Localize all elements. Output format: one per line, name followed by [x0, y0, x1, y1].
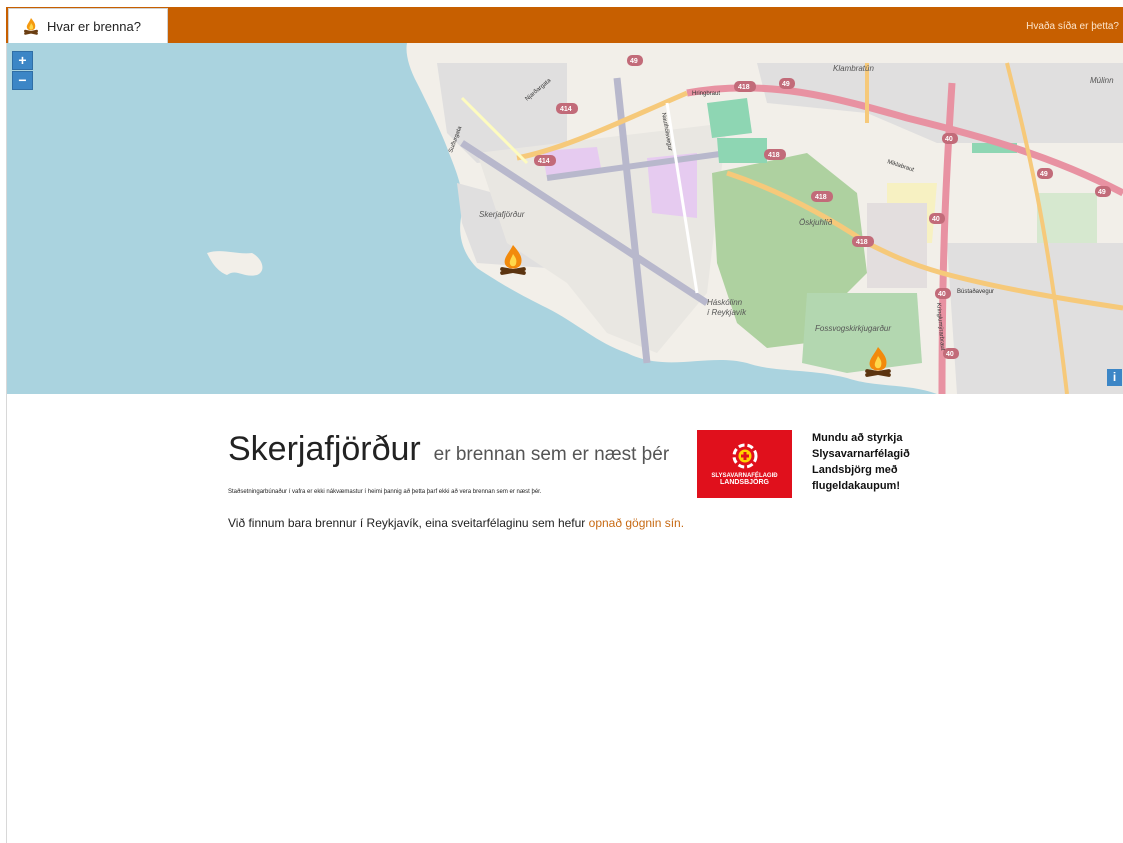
island — [207, 251, 263, 276]
data-source-text: Við finnum bara brennur í Reykjavík, ein… — [228, 516, 684, 530]
result-heading: Skerjafjörður er brennan sem er næst þér — [228, 430, 669, 469]
landsbjorg-emblem-icon — [732, 443, 757, 468]
logo-line-2: LANDSBJÖRG — [719, 478, 769, 486]
route-414-label-2: 414 — [560, 106, 572, 113]
route-40-label-1: 40 — [945, 136, 953, 143]
map[interactable]: 49 418 418 418 418 414 414 49 40 40 40 4… — [7, 43, 1123, 394]
label-haskolinn-1: Háskólinn — [707, 298, 743, 307]
accuracy-note: Staðsetningarbúnaður í vafra er ekki nák… — [228, 489, 542, 495]
route-49-label-4: 49 — [1098, 189, 1106, 196]
top-navbar: Hvaða síða er þetta? — [6, 7, 1123, 43]
about-link[interactable]: Hvaða síða er þetta? — [1026, 21, 1119, 32]
label-oskjuhlid: Öskjuhlíð — [799, 218, 833, 227]
nearest-suffix: er brennan sem er næst þér — [433, 444, 670, 465]
label-hringbraut: Hringbraut — [692, 91, 720, 97]
route-49-label-3: 49 — [1040, 171, 1048, 178]
route-40-label-2: 40 — [932, 216, 940, 223]
zoom-in-button[interactable]: + — [12, 51, 33, 70]
route-418-label-3: 418 — [815, 194, 827, 201]
label-haskolinn-2: í Reykjavík — [707, 308, 747, 317]
result-heading-wrap: Skerjafjörður er brennan sem er næst þér — [228, 430, 669, 469]
route-49-label-2: 49 — [782, 81, 790, 88]
route-418-label-2: 418 — [768, 152, 780, 159]
map-tiles: 49 418 418 418 418 414 414 49 40 40 40 4… — [207, 43, 1123, 394]
open-data-link[interactable]: opnað gögnin sín. — [589, 516, 684, 530]
brand-tab[interactable]: Hvar er brenna? — [8, 8, 168, 43]
bonfire-icon — [24, 18, 38, 35]
brand-label: Hvar er brenna? — [47, 18, 141, 34]
zoom-controls: + − — [12, 51, 33, 90]
route-418-label-1: 418 — [738, 84, 750, 91]
label-skerjafjordur: Skerjafjörður — [479, 210, 525, 219]
sponsor-message: Mundu að styrkja Slysavarnarfélagið Land… — [812, 432, 910, 492]
route-40-label-4: 40 — [946, 351, 954, 358]
route-49-label: 49 — [630, 58, 638, 65]
nearest-place-name: Skerjafjörður — [228, 430, 421, 468]
landsbjorg-logo[interactable]: SLYSAVARNAFÉLAGIÐ LANDSBJÖRG — [697, 430, 792, 498]
label-klambratun: Klambratún — [833, 64, 874, 73]
route-418-label-4: 418 — [856, 239, 868, 246]
label-mulinn: Múlinn — [1090, 76, 1114, 85]
route-40-label-3: 40 — [938, 291, 946, 298]
zoom-out-button[interactable]: − — [12, 71, 33, 90]
label-fossvogur: Fossvogskirkjugarður — [815, 324, 891, 333]
cemetery-area — [802, 293, 922, 373]
label-bustadavegur: Bústaðavegur — [957, 288, 994, 295]
lead-text: Við finnum bara brennur í Reykjavík, ein… — [228, 516, 589, 530]
route-414-label-1: 414 — [538, 158, 550, 165]
map-info-button[interactable]: i — [1107, 369, 1122, 386]
